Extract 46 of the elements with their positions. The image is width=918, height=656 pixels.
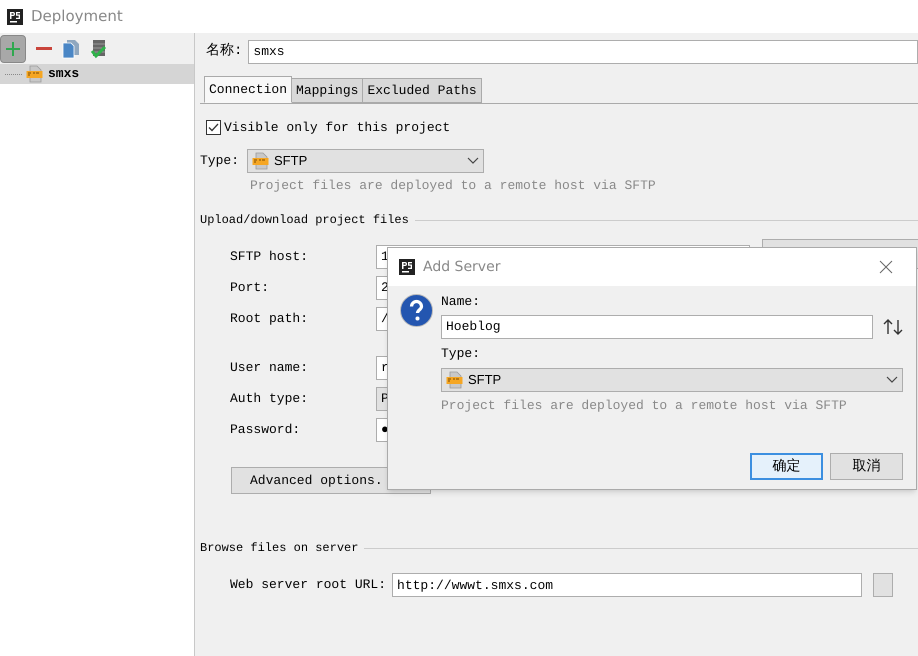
app-logo-icon [7,8,23,24]
field-label: SFTP host: [230,248,310,266]
field-label: Password: [230,420,302,439]
type-label: Type: [200,152,240,170]
remove-icon[interactable] [36,46,52,50]
dialog-title: Add Server [423,258,502,276]
plus-icon [5,40,21,56]
tab[interactable]: Connection [204,76,292,103]
sort-arrows-icon[interactable] [883,318,903,334]
tab[interactable]: Excluded Paths [363,78,482,103]
name-label: Name: [441,293,482,311]
add-button[interactable] [0,34,26,62]
url-field[interactable]: http://wwwt.smxs.com [392,573,862,597]
type-dropdown[interactable]: SFTP [247,148,484,172]
field-label: User name: [230,358,310,377]
checkbox-label: Visible only for this project [224,119,450,137]
copy-icon[interactable] [62,38,80,58]
field-label: Auth type: [230,390,310,408]
sftp-file-icon [252,152,270,170]
type-description: Project files are deployed to a remote host via SFTP [441,397,848,415]
name-label: 名称: [206,42,242,61]
type-label: Type: [441,344,482,362]
field-label: Root path: [230,310,310,328]
section-title: Browse files on server [200,540,358,557]
dialog-button[interactable]: 取消 [830,452,903,480]
name-field[interactable]: smxs [248,40,918,64]
chevron-down-icon [467,156,480,164]
type-description: Project files are deployed to a remote host via SFTP [250,176,657,194]
tree-item[interactable]: smxs [0,64,194,84]
question-icon [400,294,433,327]
app-logo-icon [399,259,415,275]
sftp-file-icon [446,371,464,389]
checkmark-icon [208,123,219,132]
dialog-button[interactable]: 确定 [750,452,823,480]
checkbox[interactable] [206,120,221,136]
window-title: Deployment [31,6,123,28]
type-dropdown[interactable]: SFTP [441,368,903,392]
name-field[interactable]: Hoeblog [441,314,873,338]
chevron-down-icon [886,376,898,384]
tab[interactable]: Mappings [292,78,364,103]
field-label: Port: [230,278,270,297]
close-icon[interactable] [879,260,893,274]
server-check-icon[interactable] [90,38,108,58]
sftp-file-icon [26,65,44,83]
section-title: Upload/download project files [200,212,409,229]
field-label: Web server root URL: [230,576,386,594]
